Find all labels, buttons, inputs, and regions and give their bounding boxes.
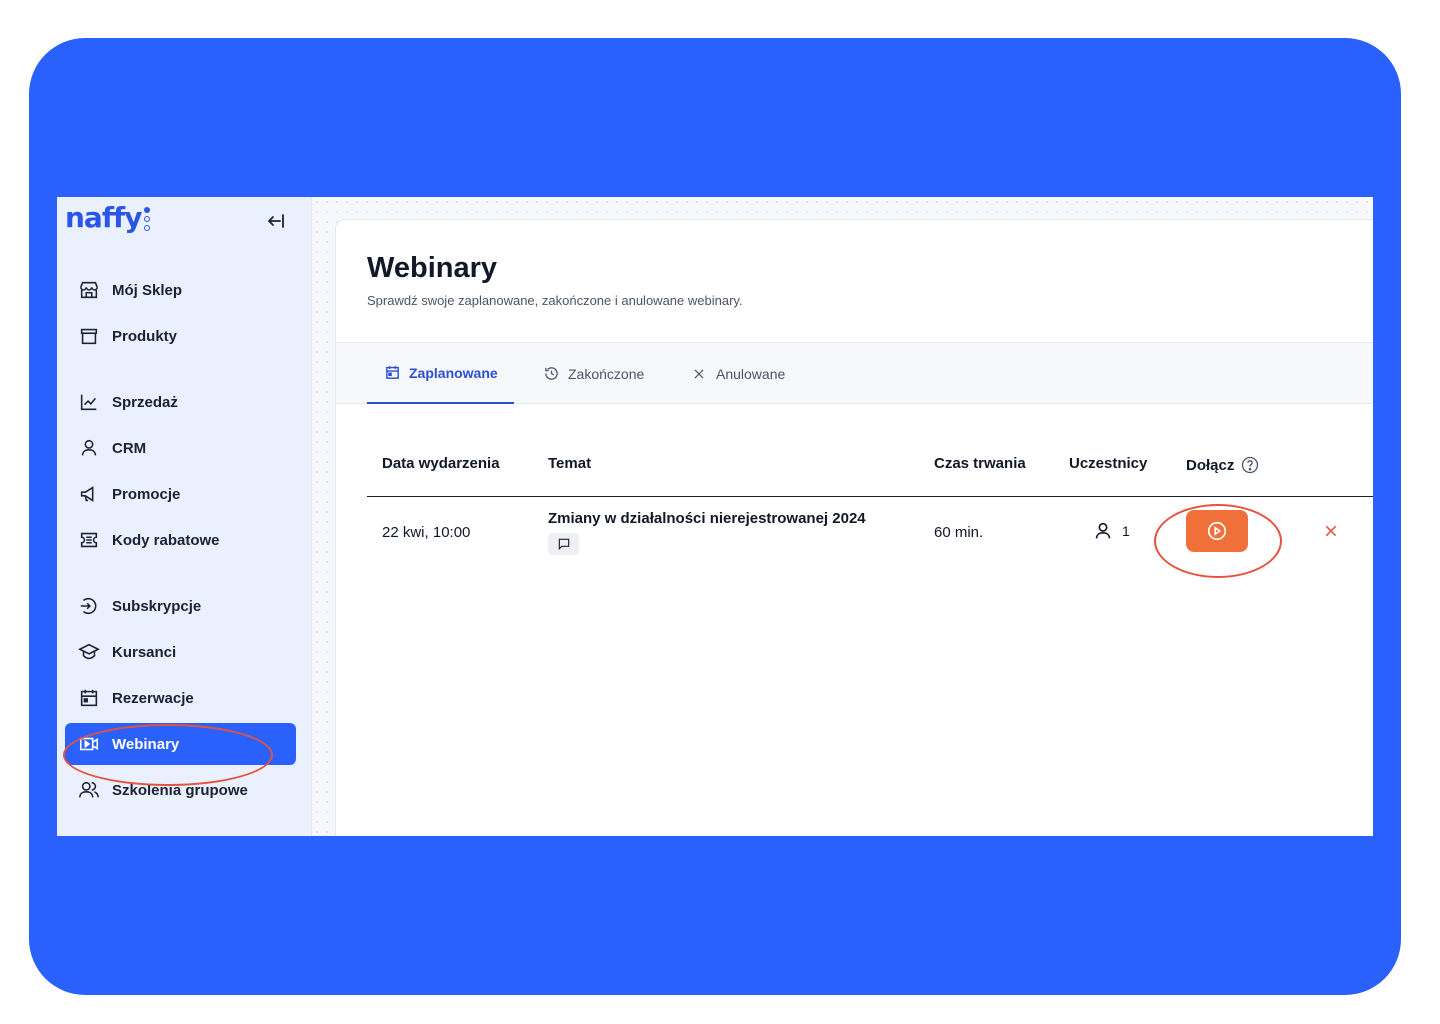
sidebar-item-kody-rabatowe[interactable]: Kody rabatowe (65, 519, 296, 561)
table-header: Data wydarzenia Temat Czas trwania Uczes… (367, 445, 1373, 497)
calendar-icon (77, 686, 101, 710)
sidebar-item-label: Mój Sklep (112, 281, 183, 299)
help-icon[interactable] (1240, 455, 1260, 475)
sidebar-item-sprzedaz[interactable]: Sprzedaż (65, 381, 296, 423)
participants-count: 1 (1122, 523, 1130, 539)
video-icon (77, 732, 101, 756)
cancel-webinar-button[interactable] (1319, 519, 1343, 543)
chat-bubble-icon (558, 538, 569, 551)
background-frame: naffy Mój Sklep Produkty Sprzedaż CRM Pr… (29, 38, 1401, 995)
collapse-sidebar-button[interactable] (264, 209, 288, 233)
store-icon (77, 278, 101, 302)
column-header-join: Dołącz (1186, 455, 1260, 475)
column-header-duration: Czas trwania (934, 455, 1026, 472)
tab-label: Zaplanowane (409, 364, 498, 381)
sidebar-nav: Mój Sklep Produkty Sprzedaż CRM Promocje (65, 269, 296, 815)
logo-dots (144, 207, 151, 231)
sidebar-item-label: Szkolenia grupowe (112, 781, 248, 799)
sidebar-item-label: Kursanci (112, 643, 177, 661)
topic-title[interactable]: Zmiany w działalności nierejestrowanej 2… (548, 510, 866, 527)
sidebar-item-label: Sprzedaż (112, 393, 178, 411)
logo-text: naffy (65, 201, 142, 234)
column-header-join-label: Dołącz (1186, 456, 1235, 474)
main-area: Webinary Sprawdź swoje zaplanowane, zako… (312, 197, 1373, 836)
tab-zaplanowane[interactable]: Zaplanowane (367, 343, 514, 404)
arrow-left-bar-icon (267, 214, 284, 228)
tab-anulowane[interactable]: Anulowane (690, 343, 785, 404)
column-header-topic: Temat (548, 455, 592, 472)
cell-participants[interactable]: 1 (1092, 520, 1130, 542)
play-circle-icon (1207, 521, 1227, 541)
ticket-icon (77, 528, 101, 552)
sidebar-item-label: Subskrypcje (112, 597, 202, 615)
history-icon (542, 365, 560, 383)
tab-label: Zakończone (568, 365, 645, 382)
users-icon (77, 778, 101, 802)
comments-button[interactable] (548, 533, 579, 555)
app-window: naffy Mój Sklep Produkty Sprzedaż CRM Pr… (57, 197, 1373, 836)
sidebar-item-promocje[interactable]: Promocje (65, 473, 296, 515)
page-title: Webinary (367, 252, 498, 284)
column-header-date: Data wydarzenia (382, 455, 500, 472)
table-row: 22 kwi, 10:00 Zmiany w działalności nier… (367, 510, 1373, 580)
user-icon (77, 436, 101, 460)
sidebar-item-crm[interactable]: CRM (65, 427, 296, 469)
cell-topic: Zmiany w działalności nierejestrowanej 2… (548, 510, 866, 555)
megaphone-icon (77, 482, 101, 506)
calendar-icon (383, 364, 401, 382)
sidebar-item-rezerwacje[interactable]: Rezerwacje (65, 677, 296, 719)
sidebar-item-label: Promocje (112, 485, 181, 503)
tab-bar: Zaplanowane Zakończone Anulowane (336, 342, 1373, 404)
cell-duration: 60 min. (934, 524, 984, 541)
graduation-cap-icon (77, 640, 101, 664)
chart-line-icon (77, 390, 101, 414)
content-card: Webinary Sprawdź swoje zaplanowane, zako… (335, 219, 1373, 836)
sidebar-item-label: Rezerwacje (112, 689, 194, 707)
sidebar-item-produkty[interactable]: Produkty (65, 315, 296, 357)
enter-circle-icon (77, 594, 101, 618)
sidebar-item-kursanci[interactable]: Kursanci (65, 631, 296, 673)
sidebar-item-label: Webinary (112, 735, 180, 753)
join-webinar-button[interactable] (1186, 510, 1248, 552)
close-icon (1325, 525, 1337, 537)
tab-zakonczone[interactable]: Zakończone (542, 343, 644, 404)
box-icon (77, 324, 101, 348)
tab-label: Anulowane (716, 365, 786, 382)
sidebar-item-webinary[interactable]: Webinary (65, 723, 296, 765)
user-icon (1095, 522, 1111, 539)
sidebar-item-label: Produkty (112, 327, 178, 345)
sidebar-item-label: CRM (112, 439, 147, 457)
sidebar-item-szkolenia-grupowe[interactable]: Szkolenia grupowe (65, 769, 296, 811)
cell-date: 22 kwi, 10:00 (382, 524, 471, 541)
logo[interactable]: naffy (65, 201, 151, 234)
sidebar-item-subskrypcje[interactable]: Subskrypcje (65, 585, 296, 627)
sidebar: naffy Mój Sklep Produkty Sprzedaż CRM Pr… (57, 197, 312, 836)
column-header-participants: Uczestnicy (1069, 455, 1148, 472)
sidebar-item-label: Kody rabatowe (112, 531, 220, 549)
sidebar-item-moj-sklep[interactable]: Mój Sklep (65, 269, 296, 311)
page-subtitle: Sprawdź swoje zaplanowane, zakończone i … (367, 293, 743, 308)
close-icon (690, 365, 708, 383)
